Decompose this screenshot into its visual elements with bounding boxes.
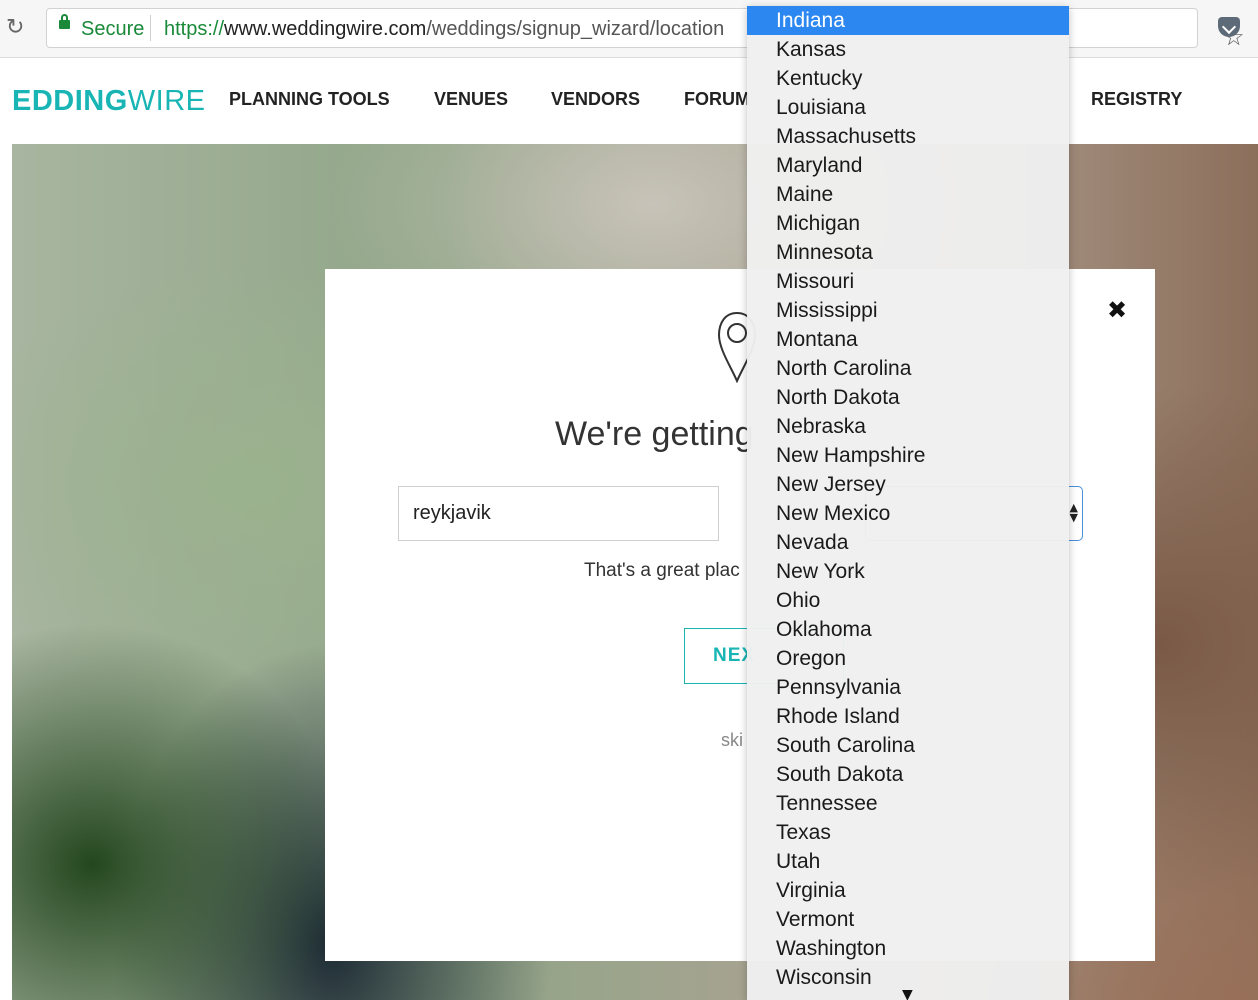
nav-venues[interactable]: VENUES [434,88,508,110]
state-option[interactable]: Pennsylvania [747,673,1069,702]
lock-icon [59,14,70,29]
nav-registry[interactable]: REGISTRY [1091,88,1182,110]
state-option[interactable]: North Dakota [747,383,1069,412]
state-option[interactable]: Michigan [747,209,1069,238]
site-logo[interactable]: EDDINGWIRE [12,85,206,117]
state-option[interactable]: South Dakota [747,760,1069,789]
state-option[interactable]: Maryland [747,151,1069,180]
state-option[interactable]: Louisiana [747,93,1069,122]
state-option[interactable]: Virginia [747,876,1069,905]
state-option[interactable]: Rhode Island [747,702,1069,731]
modal-heading: We're getting [555,415,754,453]
state-option[interactable]: Massachusetts [747,122,1069,151]
city-input[interactable] [398,486,719,541]
url-host: www.weddingwire.com [224,18,427,40]
state-option[interactable]: Oregon [747,644,1069,673]
close-icon[interactable]: ✖ [1107,297,1127,323]
state-option[interactable]: Nebraska [747,412,1069,441]
state-option[interactable]: Mississippi [747,296,1069,325]
url-text[interactable]: https://www.weddingwire.com/weddings/sig… [164,18,724,40]
state-option[interactable]: North Carolina [747,354,1069,383]
nav-forum[interactable]: FORUM [684,88,750,110]
browser-toolbar: ↻ Secure https://www.weddingwire.com/wed… [0,0,1258,58]
nav-vendors[interactable]: VENDORS [551,88,640,110]
state-option[interactable]: New Mexico [747,499,1069,528]
state-option[interactable]: New Jersey [747,470,1069,499]
logo-bold: EDDING [12,85,128,117]
state-option[interactable]: Minnesota [747,238,1069,267]
state-option[interactable]: Maine [747,180,1069,209]
url-path: /weddings/signup_wizard/location [426,18,725,40]
scroll-down-arrow-icon[interactable]: ▼ [902,988,913,1000]
state-option[interactable]: Kansas [747,35,1069,64]
state-option[interactable]: Missouri [747,267,1069,296]
state-option[interactable]: Texas [747,818,1069,847]
url-scheme: https:// [164,18,225,40]
nav-planning-tools[interactable]: PLANNING TOOLS [229,88,390,110]
state-option[interactable]: South Carolina [747,731,1069,760]
address-divider [150,15,151,41]
state-dropdown-list: Indiana Kansas Kentucky Louisiana Massachuse… [747,6,1069,1000]
secure-label: Secure [81,18,145,40]
state-option[interactable]: Utah [747,847,1069,876]
state-option[interactable]: Tennessee [747,789,1069,818]
location-message: That's a great plac [584,560,740,581]
reload-icon[interactable]: ↻ [6,15,24,41]
logo-light: WIRE [127,85,206,117]
state-option[interactable]: New York [747,557,1069,586]
state-option[interactable]: Kentucky [747,64,1069,93]
state-option[interactable]: Oklahoma [747,615,1069,644]
state-option[interactable]: Vermont [747,905,1069,934]
state-option[interactable]: Indiana [747,6,1069,35]
skip-link[interactable]: ski [721,729,743,751]
state-option[interactable]: Montana [747,325,1069,354]
state-option[interactable]: Ohio [747,586,1069,615]
select-arrows-icon: ▲ ▼ [1069,501,1078,524]
state-option[interactable]: New Hampshire [747,441,1069,470]
state-option[interactable]: Washington [747,934,1069,963]
site-header: EDDINGWIRE PLANNING TOOLS VENUES VENDORS… [0,58,1258,144]
state-option[interactable]: Nevada [747,528,1069,557]
